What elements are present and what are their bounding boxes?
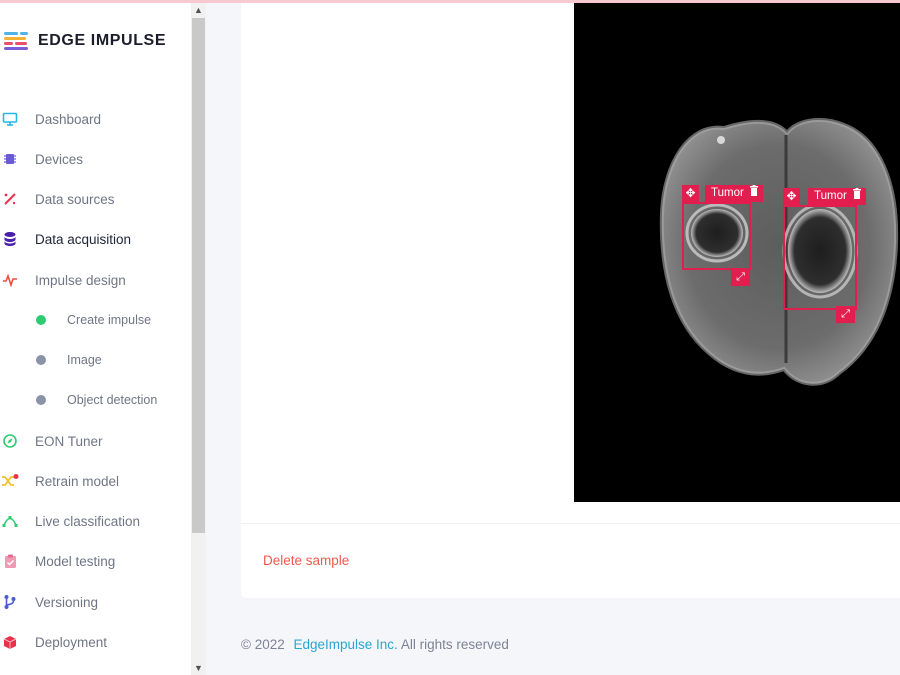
bounding-box-label[interactable]: Tumor: [808, 188, 866, 205]
package-icon: [1, 633, 19, 651]
move-icon[interactable]: ✥: [682, 185, 699, 202]
trash-icon[interactable]: [749, 185, 759, 202]
sample-image-viewer[interactable]: ✥ Tumor ⤢ ✥ Tumor ⤢: [574, 3, 900, 502]
resize-icon[interactable]: ⤢: [731, 269, 750, 286]
sidebar-item-label: EON Tuner: [35, 433, 103, 449]
bounding-box-label[interactable]: Tumor: [705, 185, 763, 202]
status-dot-icon: [36, 395, 46, 405]
sidebar-item-versioning[interactable]: Versioning: [0, 590, 191, 614]
sidebar-item-data-sources[interactable]: Data sources: [0, 187, 191, 211]
status-dot-icon: [36, 315, 46, 325]
sidebar-item-eon-tuner[interactable]: EON Tuner: [0, 429, 191, 453]
footer-copyright: © 2022: [241, 637, 285, 652]
sidebar-item-image[interactable]: Image: [0, 348, 191, 372]
bounding-box[interactable]: [682, 202, 751, 270]
footer: © 2022 EdgeImpulse Inc. All rights reser…: [241, 637, 509, 652]
sidebar-item-data-acquisition[interactable]: Data acquisition: [0, 227, 191, 251]
shuffle-icon: [1, 472, 19, 490]
edge-impulse-logo-icon: [4, 31, 32, 51]
move-icon[interactable]: ✥: [783, 188, 800, 205]
sidebar: EDGE IMPULSE Dashboard Devices Data sour…: [0, 3, 191, 675]
brand-logo[interactable]: EDGE IMPULSE: [4, 31, 166, 51]
clipboard-check-icon: [1, 552, 19, 570]
footer-rights: All rights reserved: [400, 637, 509, 652]
sidebar-item-label: Create impulse: [67, 313, 152, 327]
sidebar-item-object-detection[interactable]: Object detection: [0, 388, 191, 412]
sidebar-item-label: Image: [67, 353, 102, 367]
sidebar-item-label: Deployment: [35, 634, 108, 650]
sidebar-item-label: Live classification: [35, 513, 141, 529]
sidebar-item-label: Model testing: [35, 553, 116, 569]
sidebar-item-label: Devices: [35, 151, 84, 167]
delete-sample-button[interactable]: Delete sample: [263, 553, 349, 568]
status-dot-icon: [36, 355, 46, 365]
sidebar-item-label: Versioning: [35, 594, 99, 610]
sidebar-item-retrain-model[interactable]: Retrain model: [0, 469, 191, 493]
bounding-box-label-text: Tumor: [814, 190, 847, 202]
sidebar-item-label: Retrain model: [35, 473, 120, 489]
pulse-icon: [1, 271, 19, 289]
sidebar-scrollbar[interactable]: ▲ ▼: [191, 3, 206, 675]
sidebar-item-live-classification[interactable]: Live classification: [0, 509, 191, 533]
sidebar-item-deployment[interactable]: Deployment: [0, 630, 191, 654]
sidebar-item-model-testing[interactable]: Model testing: [0, 549, 191, 573]
card-divider: [241, 523, 900, 524]
footer-company-link[interactable]: EdgeImpulse Inc.: [294, 637, 398, 652]
branch-icon: [1, 593, 19, 611]
bounding-box[interactable]: [783, 205, 857, 310]
sidebar-item-label: Data acquisition: [35, 231, 132, 247]
brand-name: EDGE IMPULSE: [38, 32, 167, 49]
compass-icon: [1, 432, 19, 450]
sidebar-item-label: Object detection: [67, 393, 158, 407]
bezier-icon: [1, 512, 19, 530]
sidebar-item-dashboard[interactable]: Dashboard: [0, 107, 191, 131]
sidebar-item-label: Data sources: [35, 191, 115, 207]
sidebar-item-devices[interactable]: Devices: [0, 147, 191, 171]
resize-icon[interactable]: ⤢: [836, 306, 855, 323]
sidebar-item-create-impulse[interactable]: Create impulse: [0, 308, 191, 332]
chip-icon: [1, 150, 19, 168]
database-icon: [1, 230, 19, 248]
scroll-up-arrow-icon[interactable]: ▲: [191, 3, 206, 17]
sidebar-item-label: Impulse design: [35, 272, 126, 288]
sidebar-item-label: Dashboard: [35, 111, 102, 127]
bounding-box-label-text: Tumor: [711, 187, 744, 199]
sidebar-item-impulse-design[interactable]: Impulse design: [0, 268, 191, 292]
scrollbar-thumb[interactable]: [192, 18, 205, 533]
trash-icon[interactable]: [852, 188, 862, 205]
scroll-down-arrow-icon[interactable]: ▼: [191, 661, 206, 675]
sample-card: ✥ Tumor ⤢ ✥ Tumor ⤢ Delete sample: [241, 3, 900, 598]
monitor-icon: [1, 110, 19, 128]
wand-icon: [1, 190, 19, 208]
